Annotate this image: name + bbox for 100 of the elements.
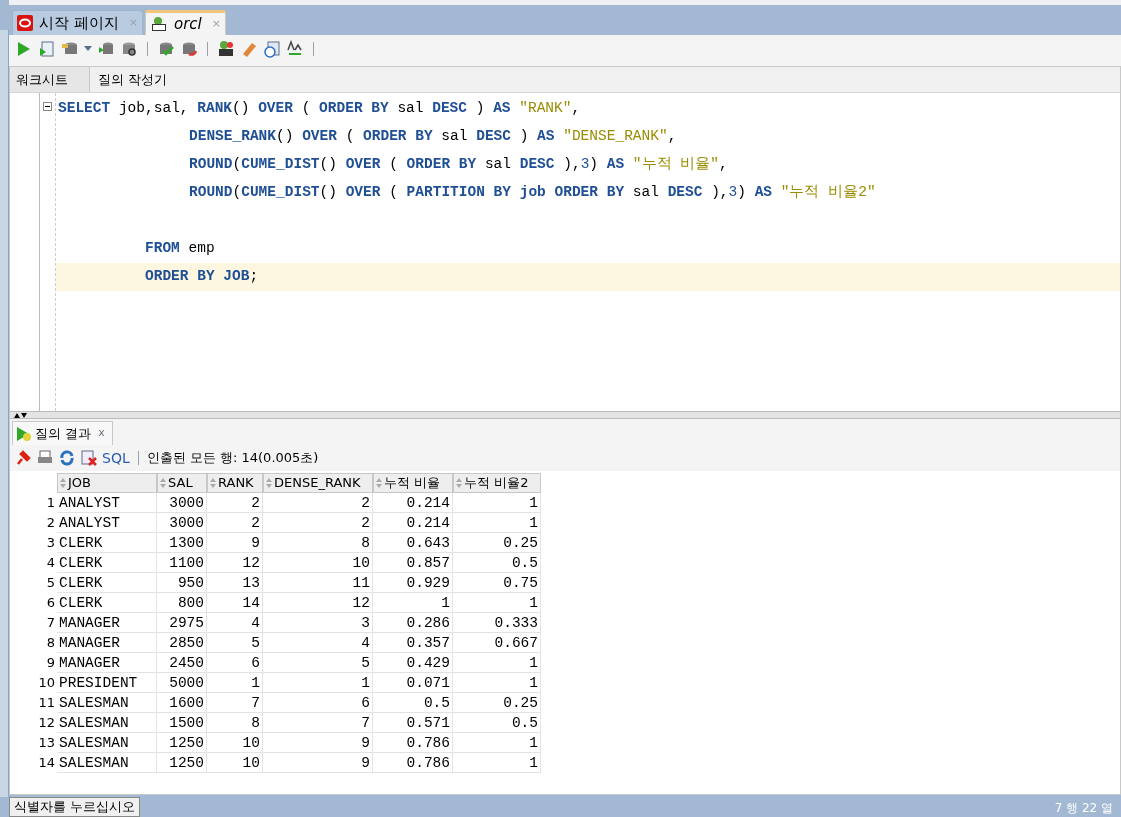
table-cell: 0.429 bbox=[373, 653, 453, 673]
table-cell: 1300 bbox=[157, 533, 207, 553]
table-cell: 7 bbox=[207, 693, 263, 713]
row-number: 10 bbox=[37, 674, 56, 692]
table-cell: 0.214 bbox=[373, 493, 453, 513]
table-cell: CLERK bbox=[57, 553, 157, 573]
row-number: 3 bbox=[45, 534, 56, 552]
table-cell: 3000 bbox=[157, 493, 207, 513]
table-cell: 6 bbox=[207, 653, 263, 673]
table-cell: 3 bbox=[263, 613, 373, 633]
code-line: DENSE_RANK() OVER ( ORDER BY sal DESC ) AS "DENSE_RANK", bbox=[189, 127, 677, 147]
table-cell: MANAGER bbox=[57, 633, 157, 653]
row-number: 14 bbox=[37, 754, 56, 772]
code-line: SELECT job,sal, RANK() OVER ( ORDER BY sal DESC ) AS "RANK", bbox=[58, 99, 581, 119]
table-cell: 13 bbox=[207, 573, 263, 593]
column-header[interactable]: RANK bbox=[207, 473, 263, 493]
table-cell: 1 bbox=[373, 593, 453, 613]
table-cell: SALESMAN bbox=[57, 733, 157, 753]
tab-label: 시작 페이지 bbox=[39, 12, 119, 34]
table-cell: 8 bbox=[207, 713, 263, 733]
table-cell: 1 bbox=[453, 593, 541, 613]
cursor-position: 7 행 22 열 bbox=[1054, 800, 1114, 817]
table-cell: 9 bbox=[263, 753, 373, 773]
clear-icon[interactable] bbox=[80, 449, 98, 467]
table-cell: 2850 bbox=[157, 633, 207, 653]
row-number: 12 bbox=[37, 714, 56, 732]
table-cell: 0.786 bbox=[373, 733, 453, 753]
column-header[interactable]: JOB bbox=[57, 473, 157, 493]
table-cell: ANALYST bbox=[57, 493, 157, 513]
table-cell: CLERK bbox=[57, 533, 157, 553]
column-header[interactable]: SAL bbox=[157, 473, 207, 493]
row-number: 1 bbox=[45, 494, 56, 512]
splitter-arrows-icon[interactable] bbox=[14, 412, 28, 418]
table-cell: 5000 bbox=[157, 673, 207, 693]
table-cell: 14 bbox=[207, 593, 263, 613]
code-line: ROUND(CUME_DIST() OVER ( PARTITION BY job ORDER BY sal DESC ),3) AS "누적 비율2" bbox=[189, 183, 876, 203]
table-cell: 5 bbox=[263, 653, 373, 673]
table-cell: 1250 bbox=[157, 733, 207, 753]
fetch-status: 인출된 모든 행: 14(0.005초) bbox=[146, 449, 319, 468]
table-cell: 5 bbox=[207, 633, 263, 653]
tab-label: 질의 결과 bbox=[35, 424, 92, 443]
table-cell: 1 bbox=[453, 513, 541, 533]
close-icon[interactable]: x bbox=[94, 425, 109, 442]
table-cell: 6 bbox=[263, 693, 373, 713]
column-header[interactable]: 누적 비율2 bbox=[453, 473, 541, 493]
table-cell: 0.571 bbox=[373, 713, 453, 733]
table-cell: 0.071 bbox=[373, 673, 453, 693]
table-cell: 9 bbox=[207, 533, 263, 553]
row-number: 5 bbox=[45, 574, 56, 592]
table-cell: 10 bbox=[207, 733, 263, 753]
table-cell: 12 bbox=[207, 553, 263, 573]
sql-link[interactable]: SQL bbox=[102, 447, 130, 469]
table-cell: CLERK bbox=[57, 573, 157, 593]
row-number: 13 bbox=[37, 734, 56, 752]
code-line: FROM emp bbox=[145, 239, 215, 259]
table-cell: 2 bbox=[207, 513, 263, 533]
table-cell: 0.75 bbox=[453, 573, 541, 593]
caret-icon[interactable] bbox=[84, 46, 92, 51]
table-cell: 7 bbox=[263, 713, 373, 733]
table-cell: 800 bbox=[157, 593, 207, 613]
table-cell: 3000 bbox=[157, 513, 207, 533]
row-number: 2 bbox=[45, 514, 56, 532]
table-cell: 0.5 bbox=[453, 553, 541, 573]
table-cell: 1 bbox=[453, 493, 541, 513]
table-cell: 1100 bbox=[157, 553, 207, 573]
editor-tab[interactable]: 워크시트 bbox=[10, 67, 90, 92]
table-cell: 1 bbox=[453, 753, 541, 773]
table-cell: 0.667 bbox=[453, 633, 541, 653]
table-cell: 2450 bbox=[157, 653, 207, 673]
collapse-icon[interactable] bbox=[43, 102, 52, 111]
table-cell: SALESMAN bbox=[57, 693, 157, 713]
editor-tab[interactable]: 질의 작성기 bbox=[90, 67, 176, 92]
table-cell: 0.333 bbox=[453, 613, 541, 633]
results-tab[interactable]: 질의 결과 x bbox=[12, 421, 113, 445]
code-line: ORDER BY JOB; bbox=[145, 267, 259, 287]
run-icon bbox=[16, 425, 32, 442]
logo-icon bbox=[17, 15, 33, 31]
table-cell: 0.929 bbox=[373, 573, 453, 593]
run-script-icon[interactable] bbox=[38, 39, 56, 58]
table-cell: 1 bbox=[453, 653, 541, 673]
row-number: 6 bbox=[45, 594, 56, 612]
table-cell: 2 bbox=[263, 493, 373, 513]
refresh-icon[interactable] bbox=[58, 449, 76, 467]
table-cell: 12 bbox=[263, 593, 373, 613]
table-cell: CLERK bbox=[57, 593, 157, 613]
table-cell: MANAGER bbox=[57, 653, 157, 673]
status-message: 식별자를 누르십시오 bbox=[9, 797, 141, 817]
table-cell: 1 bbox=[207, 673, 263, 693]
document-tab[interactable]: 시작 페이지 × bbox=[12, 10, 143, 35]
table-cell: 0.5 bbox=[373, 693, 453, 713]
table-cell: 1500 bbox=[157, 713, 207, 733]
column-header[interactable]: DENSE_RANK bbox=[263, 473, 373, 493]
history-icon[interactable] bbox=[263, 39, 281, 58]
column-header[interactable]: 누적 비율 bbox=[373, 473, 453, 493]
table-cell: 950 bbox=[157, 573, 207, 593]
document-tab[interactable]: orcl × bbox=[145, 10, 226, 35]
table-cell: 0.25 bbox=[453, 533, 541, 553]
table-cell: 0.286 bbox=[373, 613, 453, 633]
table-cell: 1 bbox=[263, 673, 373, 693]
table-cell: SALESMAN bbox=[57, 753, 157, 773]
